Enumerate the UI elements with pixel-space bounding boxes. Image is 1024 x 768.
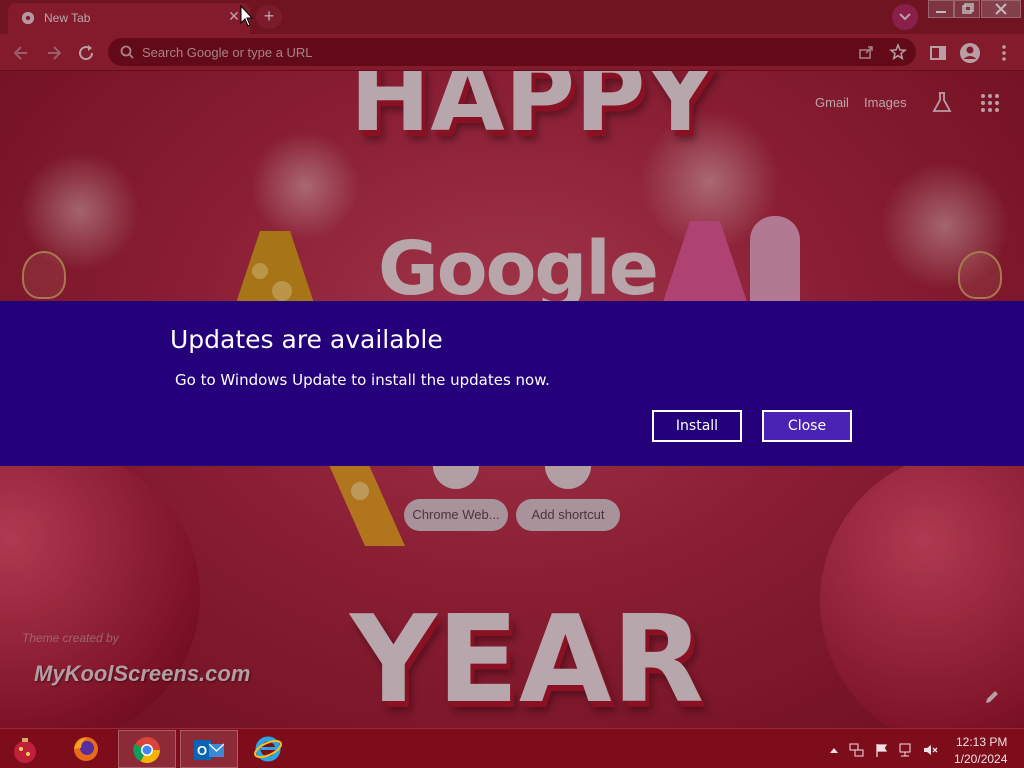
install-button[interactable]: Install <box>652 410 742 442</box>
taskbar-firefox[interactable] <box>58 730 116 768</box>
firefox-icon <box>74 737 98 761</box>
windows-taskbar: O 12:13 PM 1/20/2024 <box>0 728 1024 768</box>
outlook-icon: O <box>194 740 224 760</box>
windows-update-dialog: Updates are available Go to Windows Upda… <box>0 301 1024 466</box>
volume-muted-icon[interactable] <box>922 742 938 758</box>
update-dialog-message: Go to Windows Update to install the upda… <box>175 371 550 389</box>
taskbar-clock-time[interactable]: 12:13 PM <box>956 735 1007 749</box>
start-ornament-icon[interactable] <box>10 735 40 765</box>
taskbar-outlook[interactable]: O <box>180 730 238 768</box>
network-manager-icon[interactable] <box>849 742 865 758</box>
update-dialog-title: Updates are available <box>170 325 443 354</box>
mouse-cursor-icon <box>240 5 254 27</box>
action-center-flag-icon[interactable] <box>874 742 890 758</box>
network-icon[interactable] <box>898 742 914 758</box>
close-button[interactable]: Close <box>762 410 852 442</box>
internet-explorer-icon <box>254 736 282 762</box>
show-hidden-icons-icon[interactable] <box>826 742 842 758</box>
taskbar-internet-explorer[interactable] <box>240 730 298 768</box>
taskbar-chrome[interactable] <box>118 730 176 768</box>
svg-text:O: O <box>197 743 207 758</box>
chrome-icon <box>133 737 161 764</box>
taskbar-clock-date[interactable]: 1/20/2024 <box>954 752 1007 766</box>
